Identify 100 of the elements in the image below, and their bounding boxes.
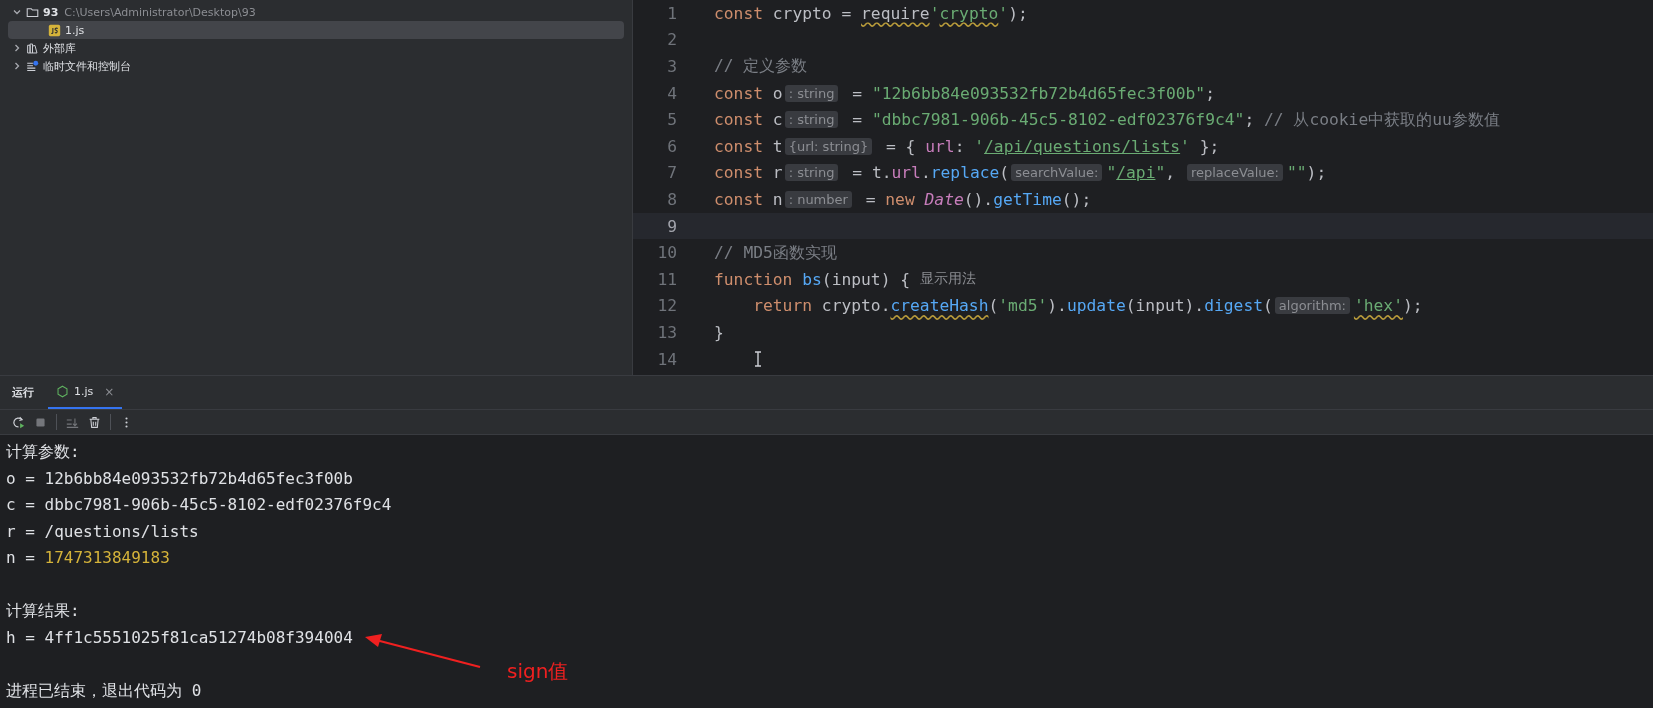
code-token: ' — [974, 136, 985, 156]
panel-title: 运行 — [12, 385, 34, 400]
code-token: digest — [1204, 296, 1263, 316]
rerun-icon[interactable] — [12, 415, 25, 429]
line-number: 14 — [656, 349, 678, 369]
code-token: = { — [885, 136, 917, 156]
code-token: const — [714, 110, 763, 130]
console-text: 计算结果: — [6, 601, 80, 620]
tree-label: 93 — [43, 5, 59, 19]
line-number: 8 — [666, 189, 678, 209]
library-icon — [26, 41, 39, 55]
tree-item[interactable]: 临时文件和控制台 — [8, 57, 624, 75]
code-token: "dbbc7981-906b-45c5-8102-edf02376f9c4" — [871, 110, 1245, 130]
close-button[interactable]: × — [104, 384, 115, 399]
code-token: = — [851, 83, 864, 103]
console-text: 1747313849183 — [44, 548, 170, 567]
line-number: 9 — [666, 216, 678, 236]
inlay-hint: : string — [784, 111, 839, 129]
line-number: 3 — [666, 57, 678, 76]
code-token: ; — [1205, 83, 1215, 103]
code-token: "12b6bb84e093532fb72b4d65fec3f00b" — [871, 83, 1206, 103]
line-number: 12 — [656, 296, 678, 316]
line-number: 1 — [666, 3, 678, 23]
code-token: require — [861, 3, 930, 23]
console-text: r = /questions/lists — [6, 521, 199, 541]
js-file-icon — [48, 23, 61, 37]
code-token: bs — [801, 269, 822, 289]
code-token: crypto = — [771, 3, 853, 23]
scratch-file-icon — [26, 59, 39, 73]
tree-item[interactable]: 93 C:\Users\Administrator\Desktop\93 — [8, 3, 624, 21]
code-token: ( — [1263, 296, 1273, 316]
inlay-hint: replaceValue: — [1186, 164, 1283, 182]
code-token: Date — [923, 189, 964, 209]
code-token: getTime — [993, 189, 1062, 209]
code-token: crypto — [939, 3, 999, 23]
code-token: url — [891, 163, 921, 183]
tree-item[interactable]: 1.js — [8, 21, 624, 39]
code-token: const — [714, 136, 763, 156]
code-token: ' — [998, 3, 1009, 23]
chevron-icon[interactable] — [12, 43, 22, 53]
code-token: " — [1106, 163, 1117, 183]
code-token: "" — [1287, 163, 1307, 183]
inlay-hint: {url: string} — [784, 137, 873, 155]
tree-label: 外部库 — [43, 40, 76, 56]
code-token: ); — [1008, 3, 1028, 23]
code-comment: // 定义参数 — [714, 55, 808, 78]
code-token: } — [714, 322, 724, 342]
code-token: , — [1165, 163, 1177, 183]
code-token: ( — [999, 163, 1010, 183]
inlay-hint: searchValue: — [1011, 164, 1103, 182]
code-token: const — [714, 3, 763, 23]
chevron-icon[interactable] — [12, 61, 22, 71]
code-token: " — [1155, 163, 1166, 183]
code-token: = — [851, 110, 864, 130]
code-token: update — [1066, 296, 1126, 316]
code-token: t — [771, 136, 783, 156]
code-token: 'md5' — [998, 296, 1048, 316]
folder-icon — [26, 5, 39, 19]
code-token: const — [714, 163, 763, 183]
inlay-hint: : string — [784, 164, 839, 182]
code-token: (input). — [1125, 296, 1205, 316]
code-token: url — [925, 136, 955, 156]
annotation-label: sign值 — [507, 658, 569, 685]
code-token: const — [714, 83, 763, 103]
code-comment: // 从cookie中获取的uu参数值 — [1264, 108, 1500, 131]
code-token: createHash — [890, 296, 989, 316]
code-token: }; — [1198, 136, 1220, 156]
tree-item[interactable]: 外部库 — [8, 39, 624, 57]
code-token: o — [771, 83, 783, 103]
chevron-icon[interactable] — [12, 7, 22, 17]
line-number: 2 — [666, 30, 678, 50]
console-text: h = 4ff1c5551025f81ca51274b08f394004 — [6, 627, 353, 647]
inlay-hint: algorithm: — [1274, 297, 1350, 315]
code-token: 'hex' — [1353, 296, 1403, 316]
hexagon-icon — [56, 385, 69, 398]
code-token: = t. — [851, 163, 892, 183]
line-number: 5 — [666, 110, 678, 130]
folder-path: C:\Users\Administrator\Desktop\93 — [64, 5, 256, 19]
code-token: c — [771, 110, 783, 130]
code-token: (); — [1061, 189, 1092, 209]
line-number: 13 — [656, 322, 678, 342]
code-token: (). — [963, 189, 994, 209]
code-token: ). — [1047, 296, 1067, 316]
code-token: ); — [1306, 163, 1327, 183]
console-text: 计算参数: — [6, 442, 80, 461]
code-token: replace — [930, 163, 1000, 183]
console-text: c = dbbc7981-906b-45c5-8102-edf02376f9c4 — [6, 495, 392, 514]
line-number: 4 — [666, 83, 678, 103]
code-token: . — [920, 163, 931, 183]
usage-hint: 显示用法 — [920, 270, 977, 289]
tree-label: 1.js — [65, 23, 85, 37]
console-text: 进程已结束，退出代码为 0 — [6, 680, 202, 700]
console-text: n = — [6, 548, 36, 567]
code-token: crypto. — [820, 296, 891, 316]
code-token: return — [752, 296, 813, 316]
code-token: ' — [929, 3, 940, 23]
code-token: ; — [1244, 110, 1256, 130]
tree-label: 临时文件和控制台 — [43, 58, 131, 74]
line-number: 7 — [666, 163, 678, 183]
trash-icon[interactable] — [88, 415, 101, 429]
